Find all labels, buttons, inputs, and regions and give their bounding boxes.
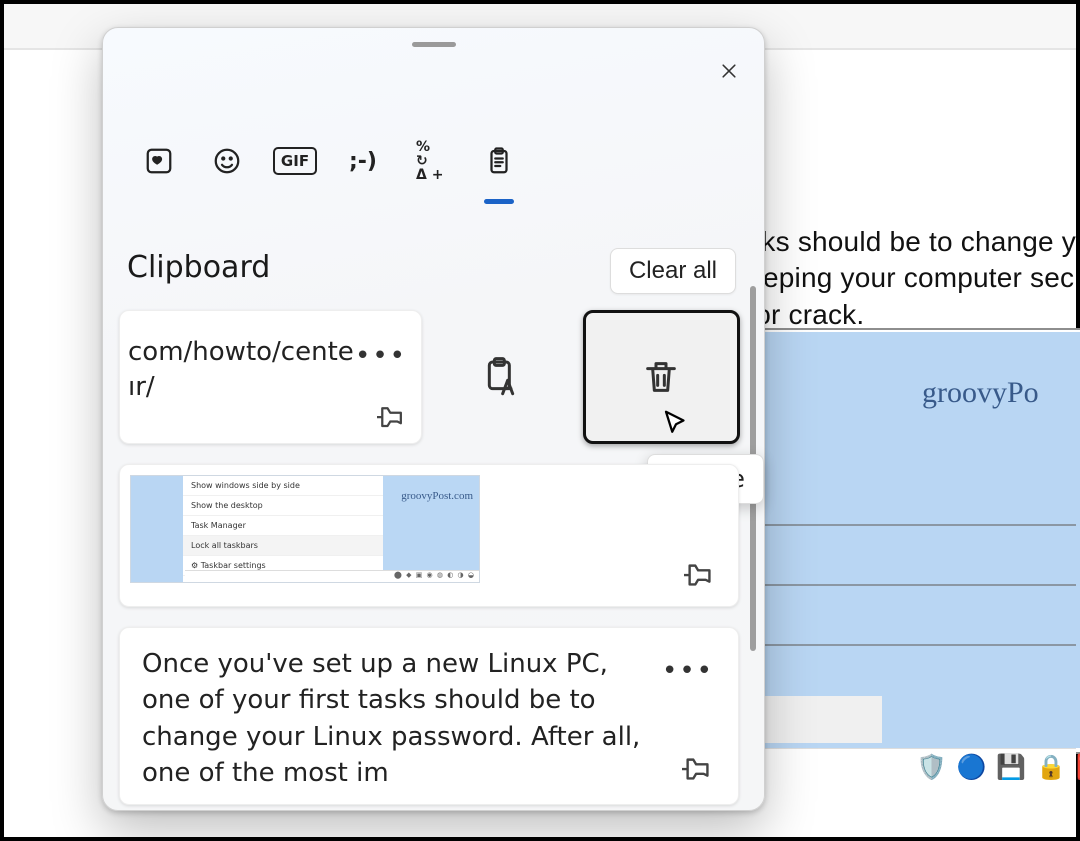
background-system-tray: 🛡️ 🔵 💾 🔒 🟥 xyxy=(917,753,1080,781)
kaomoji-icon: ;-) xyxy=(348,146,378,176)
paste-text-icon xyxy=(481,357,521,397)
close-button[interactable] xyxy=(712,54,746,88)
tab-kaomoji[interactable]: ;-) xyxy=(331,132,395,190)
clear-all-button[interactable]: Clear all xyxy=(610,248,736,294)
usb-icon: 💾 xyxy=(996,753,1026,781)
sticker-heart-icon xyxy=(144,146,174,176)
pin-button[interactable] xyxy=(377,403,407,433)
shield-icon: 🛡️ xyxy=(917,753,947,781)
background-screenshot-brand: groovyPo xyxy=(922,376,1039,410)
lock-icon: 🔒 xyxy=(1036,753,1066,781)
trash-icon xyxy=(641,357,681,397)
background-article-text: sks should be to change y eeping your co… xyxy=(747,224,1076,333)
pin-button[interactable] xyxy=(684,560,716,592)
pin-icon xyxy=(377,403,407,433)
paste-as-text-button[interactable] xyxy=(425,310,577,444)
tab-gif[interactable]: GIF xyxy=(263,132,327,190)
background-screenshot-lines xyxy=(764,466,1076,646)
pin-button[interactable] xyxy=(682,754,714,786)
emoji-icon xyxy=(212,146,242,176)
gif-icon: GIF xyxy=(273,147,317,175)
background-screenshot-panel xyxy=(764,696,882,743)
delete-button[interactable] xyxy=(583,310,741,444)
clipboard-item-2-thumbnail: Show windows side by side Show the deskt… xyxy=(130,475,480,583)
pin-icon xyxy=(682,754,714,786)
tab-emoji[interactable] xyxy=(195,132,259,190)
category-tabs: GIF ;-) % ↻Δ + xyxy=(127,132,531,190)
drag-handle[interactable] xyxy=(412,42,456,47)
tab-symbols[interactable]: % ↻Δ + xyxy=(399,132,463,190)
clipboard-item-1-actions xyxy=(425,310,740,444)
clipboard-item-2[interactable]: Show windows side by side Show the deskt… xyxy=(119,464,739,607)
pin-icon xyxy=(684,560,716,592)
tab-clipboard[interactable] xyxy=(467,132,531,190)
clipboard-icon xyxy=(484,146,514,176)
clipboard-item-1-text: com/howto/centeır/ xyxy=(128,335,354,405)
more-button[interactable]: ••• xyxy=(355,341,407,371)
section-title: Clipboard xyxy=(127,250,270,285)
tab-stickers[interactable] xyxy=(127,132,191,190)
thumb-context-menu: Show windows side by side Show the deskt… xyxy=(183,476,383,582)
close-icon xyxy=(719,61,739,81)
bluetooth-icon: 🔵 xyxy=(956,753,986,781)
clipboard-item-3[interactable]: Once you've set up a new Linux PC, one o… xyxy=(119,627,739,805)
symbols-icon: % ↻Δ + xyxy=(416,146,446,176)
clipboard-item-3-text: Once you've set up a new Linux PC, one o… xyxy=(142,646,658,792)
app-icon: 🟥 xyxy=(1076,753,1080,781)
emoji-clipboard-panel: GIF ;-) % ↻Δ + Clipboard Clear all com/h… xyxy=(102,27,765,811)
more-button[interactable]: ••• xyxy=(662,656,714,686)
clipboard-item-1[interactable]: com/howto/centeır/ ••• xyxy=(119,310,422,444)
